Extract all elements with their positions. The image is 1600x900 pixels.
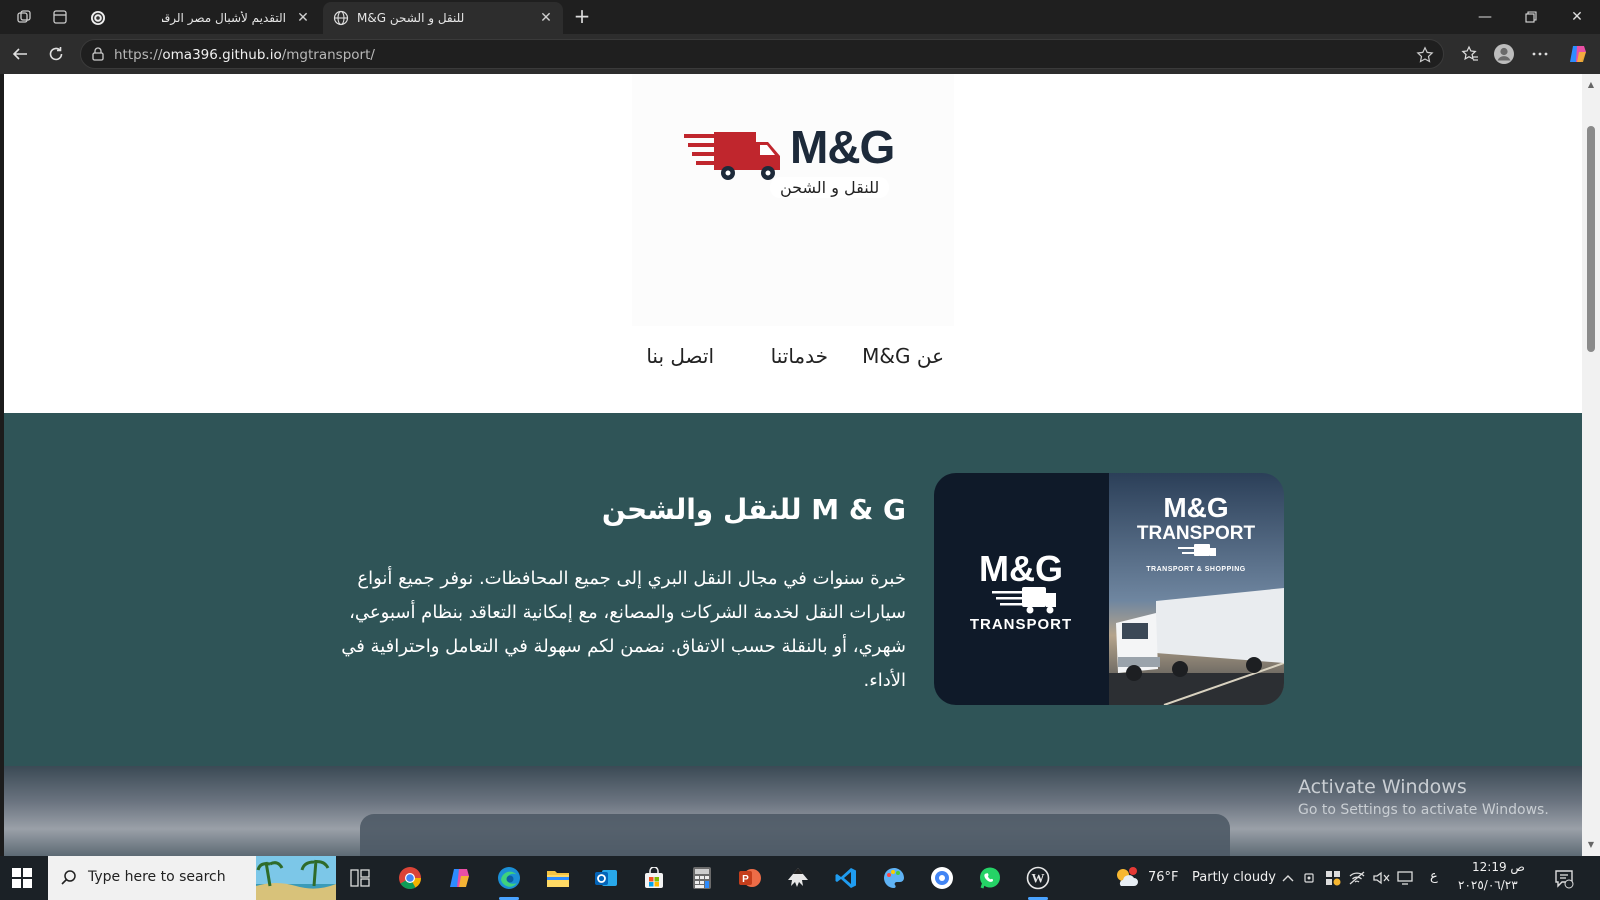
- hero-title: M & G للنقل والشحن: [601, 493, 906, 526]
- restore-icon[interactable]: [1508, 0, 1554, 34]
- next-section: Activate Windows Go to Settings to activ…: [4, 766, 1582, 856]
- activation-watermark: Activate Windows Go to Settings to activ…: [1298, 776, 1549, 818]
- favorites-icon[interactable]: [1458, 42, 1482, 66]
- site-header: M&G للنقل و الشحن عن M&G خدماتنا اتصل بن…: [4, 74, 1582, 413]
- inkscape-icon[interactable]: [782, 862, 814, 894]
- scroll-down-icon[interactable]: ▼: [1586, 840, 1596, 850]
- paint-icon[interactable]: [878, 862, 910, 894]
- favorite-star-icon[interactable]: [1416, 46, 1434, 64]
- hero-image: M&G TRANSPORT M&G TRANSPORT TRANSPORT & …: [934, 473, 1284, 705]
- logo-subtitle: للنقل و الشحن: [770, 177, 890, 198]
- outlook-icon[interactable]: [590, 862, 622, 894]
- refresh-icon[interactable]: [44, 42, 68, 66]
- windows-start-icon[interactable]: [12, 868, 32, 888]
- wordpress-icon[interactable]: W: [1022, 862, 1054, 900]
- site-favicon-icon: [90, 10, 106, 26]
- windows-taskbar: Type here to search P W 76°F Partly clou…: [0, 856, 1600, 900]
- tab-inactive[interactable]: التقديم لأشبال مصر الرقمية ✕: [80, 2, 320, 34]
- image-sub-right: TRANSPORT: [1137, 523, 1256, 544]
- nav-link-about[interactable]: عن M&G: [862, 344, 944, 368]
- chevron-up-icon[interactable]: [1278, 862, 1298, 894]
- image-brand-right: M&G: [1163, 492, 1228, 523]
- edge-icon[interactable]: [493, 862, 525, 900]
- store-icon[interactable]: [638, 862, 670, 894]
- page-scrollbar[interactable]: ▲ ▼: [1582, 74, 1600, 856]
- weather-temp[interactable]: 76°F: [1148, 870, 1179, 885]
- clock-time[interactable]: 12:19 ص: [1472, 860, 1525, 874]
- clock-date[interactable]: ٢٠٢٥/٠٦/٢٣: [1458, 878, 1518, 892]
- weather-icon[interactable]: [1110, 862, 1142, 894]
- tab-title: M&G للنقل و الشحن: [357, 11, 465, 25]
- file-explorer-icon[interactable]: [542, 862, 574, 894]
- search-highlight-icon: [256, 856, 336, 900]
- site-logo[interactable]: M&G للنقل و الشحن: [632, 74, 954, 326]
- tab-actions-icon[interactable]: [48, 5, 72, 29]
- profile-avatar-icon[interactable]: [1492, 42, 1516, 66]
- hero-description: خبرة سنوات في مجال النقل البري إلى جميع …: [341, 568, 906, 691]
- tab-title: التقديم لأشبال مصر الرقمية: [162, 11, 286, 25]
- page-viewport: M&G للنقل و الشحن عن M&G خدماتنا اتصل بن…: [4, 74, 1582, 856]
- nav-link-contact[interactable]: اتصل بنا: [646, 344, 714, 368]
- copilot-app-icon[interactable]: [444, 862, 476, 894]
- close-tab-icon[interactable]: ✕: [294, 9, 312, 27]
- url-text: https://oma396.github.io/mgtransport/: [114, 47, 375, 63]
- nav-link-services[interactable]: خدماتنا: [771, 344, 828, 368]
- google-app-icon[interactable]: [926, 862, 958, 894]
- more-options-icon[interactable]: [1528, 42, 1552, 66]
- vscode-icon[interactable]: [830, 862, 862, 894]
- svg-text:P: P: [742, 874, 749, 885]
- copilot-icon[interactable]: [1566, 42, 1590, 66]
- browser-toolbar: https://oma396.github.io/mgtransport/: [0, 34, 1600, 74]
- new-tab-icon[interactable]: +: [570, 4, 594, 28]
- input-language[interactable]: ع: [1430, 869, 1438, 884]
- section-card: [360, 814, 1230, 856]
- hero-section: M & G للنقل والشحن خبرة سنوات في مجال ال…: [4, 413, 1582, 766]
- image-brand-left: M&G: [979, 548, 1063, 589]
- workspaces-icon[interactable]: [12, 5, 36, 29]
- minimize-icon[interactable]: —: [1462, 0, 1508, 34]
- tab-bar: التقديم لأشبال مصر الرقمية ✕ M&G للنقل و…: [0, 0, 1600, 34]
- chrome-icon[interactable]: [394, 862, 426, 894]
- search-icon: [60, 869, 78, 887]
- image-tagline: TRANSPORT & SHOPPING: [1146, 566, 1246, 573]
- address-bar[interactable]: https://oma396.github.io/mgtransport/: [80, 39, 1444, 69]
- image-sub-left: TRANSPORT: [970, 616, 1072, 633]
- taskbar-search[interactable]: Type here to search: [48, 856, 336, 900]
- whatsapp-icon[interactable]: [974, 862, 1006, 894]
- defender-icon[interactable]: [1322, 862, 1344, 894]
- lock-icon[interactable]: [90, 46, 106, 62]
- calculator-icon[interactable]: [686, 862, 718, 894]
- close-tab-icon[interactable]: ✕: [537, 9, 555, 27]
- tab-active[interactable]: M&G للنقل و الشحن ✕: [323, 2, 563, 34]
- logo-brand-text: M&G: [790, 121, 895, 173]
- svg-text:W: W: [1032, 871, 1045, 886]
- close-window-icon[interactable]: ✕: [1554, 0, 1600, 34]
- weather-text[interactable]: Partly cloudy: [1192, 870, 1276, 885]
- search-placeholder: Type here to search: [88, 869, 226, 885]
- truck-logo-icon: [684, 132, 780, 180]
- main-nav: عن M&G خدماتنا اتصل بنا: [644, 344, 944, 374]
- notifications-icon[interactable]: [1548, 862, 1580, 894]
- powerpoint-icon[interactable]: P: [734, 862, 766, 894]
- scrollbar-thumb[interactable]: [1587, 126, 1595, 352]
- network-offline-icon[interactable]: [1346, 862, 1368, 894]
- display-icon[interactable]: [1394, 862, 1416, 894]
- meet-now-icon[interactable]: [1300, 862, 1320, 894]
- scroll-up-icon[interactable]: ▲: [1586, 80, 1596, 90]
- task-view-icon[interactable]: [344, 862, 376, 894]
- volume-muted-icon[interactable]: [1370, 862, 1392, 894]
- globe-icon: [333, 10, 349, 26]
- back-icon[interactable]: [8, 42, 32, 66]
